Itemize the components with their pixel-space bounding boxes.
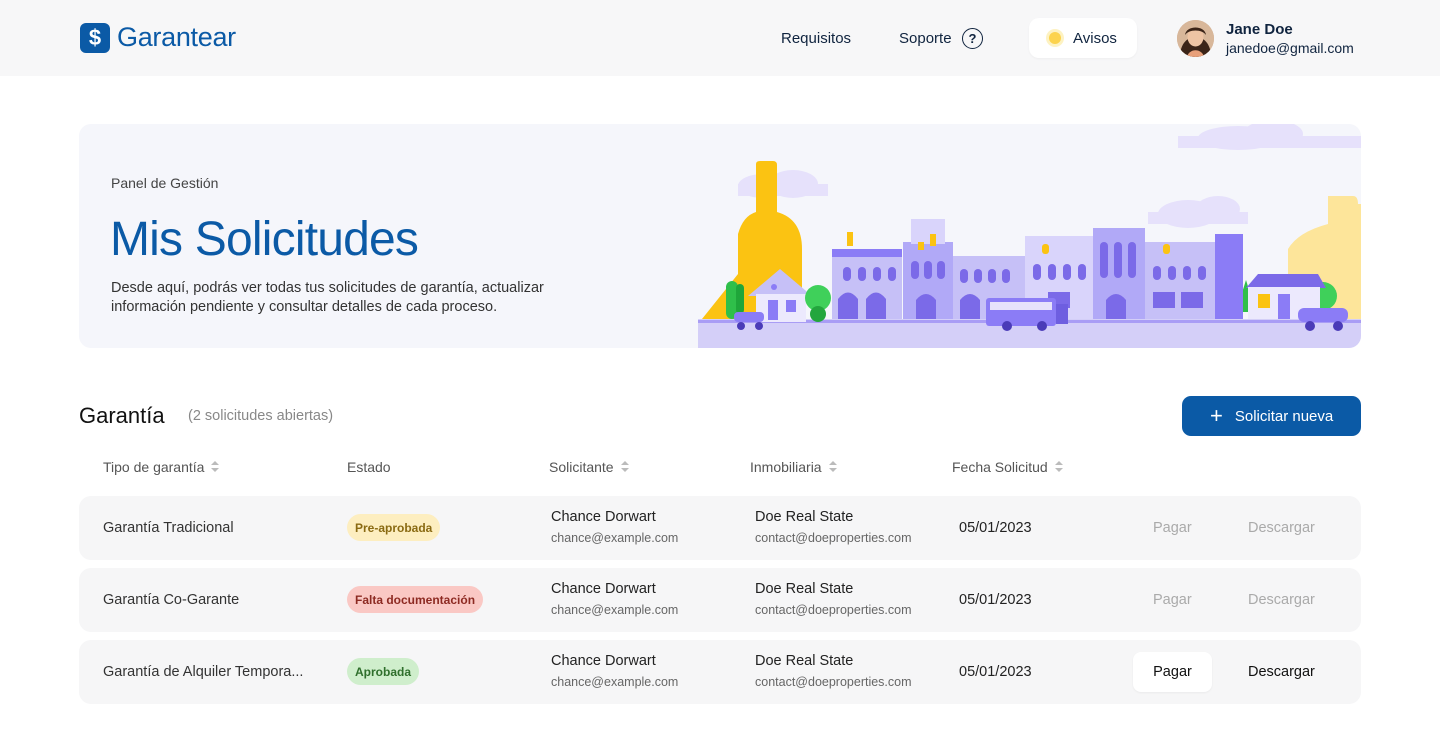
pay-button[interactable]: Pagar xyxy=(1133,652,1212,692)
row-inmobiliaria: Doe Real State xyxy=(755,653,854,669)
row-inmobiliaria-email: contact@doeproperties.com xyxy=(755,675,912,689)
download-button[interactable]: Descargar xyxy=(1248,592,1315,608)
row-solicitante-email: chance@example.com xyxy=(551,531,679,545)
row-solicitante: Chance Dorwart xyxy=(551,509,656,525)
status-badge: Aprobada xyxy=(347,658,420,685)
row-inmobiliaria-email: contact@doeproperties.com xyxy=(755,531,912,545)
user-email: janedoe@gmail.com xyxy=(1226,40,1354,56)
hero-banner: Panel de Gestión Mis Solicitudes Desde a… xyxy=(79,124,1361,348)
sort-icon[interactable] xyxy=(828,461,837,473)
sort-icon[interactable] xyxy=(1054,461,1063,473)
col-header-label: Estado xyxy=(347,459,391,475)
avatar[interactable] xyxy=(1177,20,1214,57)
col-header-label: Solicitante xyxy=(549,459,614,475)
col-header-label: Tipo de garantía xyxy=(103,459,205,475)
table-row[interactable]: Garantía de Alquiler Tempora... Aprobada… xyxy=(79,640,1361,704)
top-bar: $ Garantear Requisitos Soporte ? Avisos … xyxy=(0,0,1440,76)
new-request-label: Solicitar nueva xyxy=(1234,407,1334,425)
section-title: Garantía xyxy=(79,403,165,428)
logo[interactable]: $ Garantear xyxy=(80,22,236,53)
col-header-fecha[interactable]: Fecha Solicitud xyxy=(952,459,1063,475)
row-fecha: 05/01/2023 xyxy=(959,592,1032,608)
city-illustration xyxy=(698,124,1361,348)
download-button[interactable]: Descargar xyxy=(1248,664,1315,680)
row-tipo: Garantía de Alquiler Tempora... xyxy=(103,664,304,680)
row-tipo: Garantía Tradicional xyxy=(103,520,234,536)
col-header-tipo[interactable]: Tipo de garantía xyxy=(103,459,220,475)
row-fecha: 05/01/2023 xyxy=(959,664,1032,680)
row-tipo: Garantía Co-Garante xyxy=(103,592,240,608)
col-header-inmobiliaria[interactable]: Inmobiliaria xyxy=(750,459,837,475)
sort-icon[interactable] xyxy=(211,461,220,473)
row-solicitante: Chance Dorwart xyxy=(551,653,656,669)
col-header-solicitante[interactable]: Solicitante xyxy=(549,459,629,475)
breadcrumb: Panel de Gestión xyxy=(111,175,219,191)
col-header-label: Fecha Solicitud xyxy=(952,459,1048,475)
new-request-button[interactable]: + Solicitar nueva xyxy=(1182,396,1361,436)
table-row[interactable]: Garantía Co-Garante Falta documentación … xyxy=(79,568,1361,632)
avisos-label: Avisos xyxy=(1073,29,1117,47)
plus-icon: + xyxy=(1210,403,1223,428)
row-solicitante-email: chance@example.com xyxy=(551,675,679,689)
user-name: Jane Doe xyxy=(1226,21,1293,38)
nav-requisitos[interactable]: Requisitos xyxy=(781,30,851,47)
pay-button[interactable]: Pagar xyxy=(1153,520,1192,536)
notification-dot-icon xyxy=(1049,32,1061,44)
download-button[interactable]: Descargar xyxy=(1248,520,1315,536)
avisos-button[interactable]: Avisos xyxy=(1029,18,1137,58)
row-inmobiliaria: Doe Real State xyxy=(755,509,854,525)
row-inmobiliaria: Doe Real State xyxy=(755,581,854,597)
dollar-icon: $ xyxy=(80,22,110,53)
page-title: Mis Solicitudes xyxy=(110,213,419,266)
col-header-label: Inmobiliaria xyxy=(750,459,822,475)
help-icon[interactable]: ? xyxy=(962,28,983,49)
sort-icon[interactable] xyxy=(620,461,629,473)
open-requests-count: (2 solicitudes abiertas) xyxy=(188,408,334,424)
row-inmobiliaria-email: contact@doeproperties.com xyxy=(755,603,912,617)
row-solicitante-email: chance@example.com xyxy=(551,603,679,617)
table-row[interactable]: Garantía Tradicional Pre-aprobada Chance… xyxy=(79,496,1361,560)
pay-button[interactable]: Pagar xyxy=(1153,592,1192,608)
nav-soporte[interactable]: Soporte xyxy=(899,30,952,47)
status-badge: Falta documentación xyxy=(347,586,484,613)
brand-name: Garantear xyxy=(117,22,236,52)
row-fecha: 05/01/2023 xyxy=(959,520,1032,536)
col-header-estado: Estado xyxy=(347,459,391,475)
row-solicitante: Chance Dorwart xyxy=(551,581,656,597)
status-badge: Pre-aprobada xyxy=(347,514,441,541)
page-description: Desde aquí, podrás ver todas tus solicit… xyxy=(111,280,544,315)
